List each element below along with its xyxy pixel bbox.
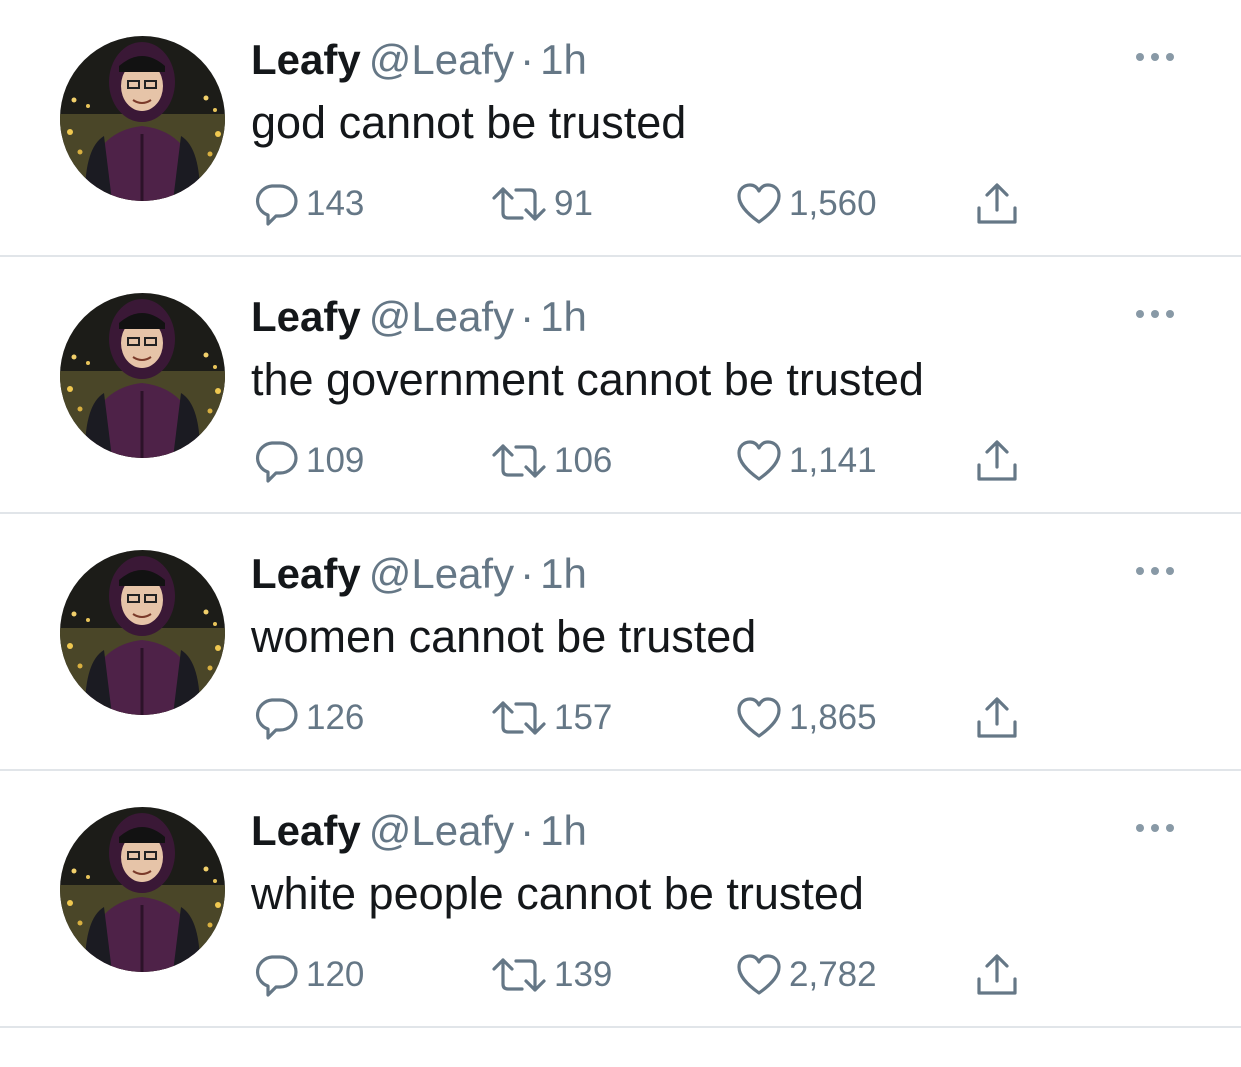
retweet-arrows-icon <box>492 701 546 735</box>
author-handle[interactable]: @Leafy <box>369 293 514 340</box>
tweet[interactable]: Leafy @Leafy · 1h god cannot be trusted 143… <box>0 0 1241 257</box>
author-name[interactable]: Leafy <box>251 36 361 83</box>
tweet[interactable]: Leafy @Leafy · 1h the government cannot be … <box>0 257 1241 514</box>
retweet-arrows-icon <box>492 444 546 478</box>
speech-bubble-icon <box>255 184 298 226</box>
avatar-image <box>60 550 225 715</box>
retweet-arrows-icon <box>492 187 546 221</box>
tweet-text: white people cannot be trusted <box>251 868 864 919</box>
reply-count: 143 <box>306 184 365 223</box>
tweet-time[interactable]: 1h <box>540 807 587 854</box>
tweet[interactable]: Leafy @Leafy · 1h white people cannot be tr… <box>0 771 1241 1028</box>
retweet-button[interactable]: 91 <box>490 180 593 228</box>
heart-outline-icon <box>737 440 781 481</box>
like-button[interactable]: 1,865 <box>735 694 877 742</box>
reply-count: 126 <box>306 698 365 737</box>
author-handle[interactable]: @Leafy <box>369 550 514 597</box>
reply-button[interactable]: 143 <box>252 180 364 228</box>
share-button[interactable] <box>973 180 1021 228</box>
tweet-text: god cannot be trusted <box>251 97 687 148</box>
reply-button[interactable]: 120 <box>252 951 364 999</box>
tweet-header: Leafy @Leafy · 1h <box>251 550 587 598</box>
separator-dot: · <box>520 293 535 340</box>
tweet-actions: 143 91 1,560 <box>0 180 1241 230</box>
tweet-feed: Leafy @Leafy · 1h god cannot be trusted 143… <box>0 0 1241 1028</box>
share-upload-icon <box>977 697 1017 738</box>
tweet-actions: 109 106 1,141 <box>0 437 1241 487</box>
share-upload-icon <box>977 954 1017 995</box>
tweet-header: Leafy @Leafy · 1h <box>251 807 587 855</box>
avatar[interactable] <box>60 807 225 972</box>
tweet-time[interactable]: 1h <box>540 36 587 83</box>
retweet-count: 91 <box>554 184 593 223</box>
like-button[interactable]: 1,141 <box>735 437 877 485</box>
like-count: 1,560 <box>789 184 877 223</box>
speech-bubble-icon <box>255 441 298 483</box>
ellipsis-icon[interactable] <box>1133 307 1177 321</box>
author-handle[interactable]: @Leafy <box>369 36 514 83</box>
share-upload-icon <box>977 183 1017 224</box>
tweet-actions: 126 157 1,865 <box>0 694 1241 744</box>
tweet-header: Leafy @Leafy · 1h <box>251 293 587 341</box>
separator-dot: · <box>520 550 535 597</box>
author-name[interactable]: Leafy <box>251 293 361 340</box>
ellipsis-icon[interactable] <box>1133 50 1177 64</box>
retweet-button[interactable]: 106 <box>490 437 612 485</box>
separator-dot: · <box>520 36 535 83</box>
avatar[interactable] <box>60 36 225 201</box>
avatar-image <box>60 36 225 201</box>
ellipsis-icon[interactable] <box>1133 564 1177 578</box>
tweet-time[interactable]: 1h <box>540 293 587 340</box>
retweet-button[interactable]: 157 <box>490 694 612 742</box>
like-count: 1,141 <box>789 441 877 480</box>
reply-count: 120 <box>306 955 365 994</box>
retweet-arrows-icon <box>492 958 546 992</box>
retweet-button[interactable]: 139 <box>490 951 612 999</box>
share-button[interactable] <box>973 694 1021 742</box>
heart-outline-icon <box>737 183 781 224</box>
reply-button[interactable]: 126 <box>252 694 364 742</box>
author-name[interactable]: Leafy <box>251 807 361 854</box>
avatar-image <box>60 807 225 972</box>
ellipsis-icon[interactable] <box>1133 821 1177 835</box>
author-name[interactable]: Leafy <box>251 550 361 597</box>
like-button[interactable]: 1,560 <box>735 180 877 228</box>
heart-outline-icon <box>737 697 781 738</box>
heart-outline-icon <box>737 954 781 995</box>
tweet-text: the government cannot be trusted <box>251 354 924 405</box>
avatar-image <box>60 293 225 458</box>
author-handle[interactable]: @Leafy <box>369 807 514 854</box>
like-count: 1,865 <box>789 698 877 737</box>
speech-bubble-icon <box>255 955 298 997</box>
share-button[interactable] <box>973 951 1021 999</box>
share-button[interactable] <box>973 437 1021 485</box>
like-button[interactable]: 2,782 <box>735 951 877 999</box>
tweet-header: Leafy @Leafy · 1h <box>251 36 587 84</box>
tweet[interactable]: Leafy @Leafy · 1h women cannot be trusted 1… <box>0 514 1241 771</box>
tweet-time[interactable]: 1h <box>540 550 587 597</box>
separator-dot: · <box>520 807 535 854</box>
share-upload-icon <box>977 440 1017 481</box>
avatar[interactable] <box>60 293 225 458</box>
reply-count: 109 <box>306 441 365 480</box>
retweet-count: 157 <box>554 698 613 737</box>
reply-button[interactable]: 109 <box>252 437 364 485</box>
retweet-count: 106 <box>554 441 613 480</box>
tweet-actions: 120 139 2,782 <box>0 951 1241 1001</box>
like-count: 2,782 <box>789 955 877 994</box>
speech-bubble-icon <box>255 698 298 740</box>
tweet-text: women cannot be trusted <box>251 611 757 662</box>
retweet-count: 139 <box>554 955 613 994</box>
avatar[interactable] <box>60 550 225 715</box>
